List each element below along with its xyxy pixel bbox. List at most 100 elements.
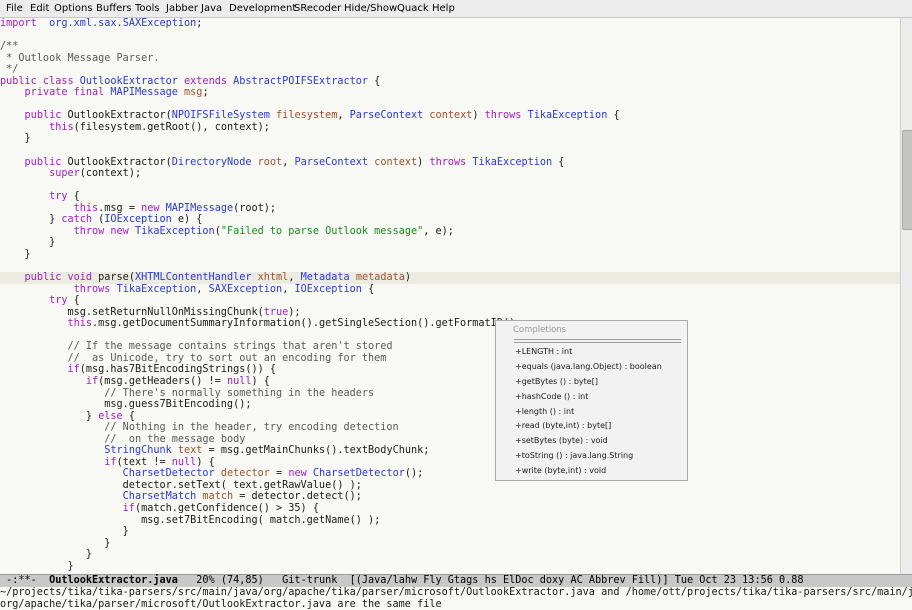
menu-development[interactable]: Development [229,3,296,14]
code-line[interactable]: msg.setReturnNullOnMissingChunk(true); [0,307,900,319]
code-line[interactable]: } [0,237,900,249]
code-line[interactable]: if(match.getConfidence() > 35) { [0,503,900,515]
code-token: XHTMLContentHandler [134,272,252,284]
code-line[interactable]: try { [0,191,900,203]
code-line[interactable]: throws TikaException, SAXException, IOEx… [0,284,900,296]
code-line[interactable] [0,330,900,342]
code-line[interactable]: /** [0,41,900,53]
code-line[interactable]: // There's normally something in the hea… [0,388,900,400]
code-line[interactable]: private final MAPIMessage msg; [0,87,900,99]
code-line[interactable]: } [0,561,900,573]
code-line[interactable]: import org.xml.sax.SAXException; [0,18,900,30]
menu-buffers[interactable]: Buffers [96,3,132,14]
menu-options[interactable]: Options [54,3,93,14]
menu-quack[interactable]: Quack [397,3,429,14]
menu-srecoder[interactable]: SRecoder [294,3,341,14]
code-line[interactable]: msg.set7BitEncoding( match.getName() ); [0,515,900,527]
code-line[interactable]: this.msg.getDocumentSummaryInformation()… [0,318,900,330]
scrollbar-thumb[interactable] [902,130,912,230]
code-line[interactable]: } else { [0,411,900,423]
code-line[interactable]: // If the message contains strings that … [0,341,900,353]
modeline-modes[interactable]: [(Java/lahw Fly Gtags hs ElDoc doxy AC A… [337,575,804,586]
code-token: null [171,456,197,468]
code-token: // If the message contains strings that … [67,341,393,353]
code-line[interactable]: // on the message body [0,434,900,446]
code-line[interactable]: if(msg.getHeaders() != null) { [0,376,900,388]
minibuffer[interactable]: ~/projects/tika/tika-parsers/src/main/ja… [0,587,912,610]
code-line[interactable]: this(filesystem.getRoot(), context); [0,122,900,134]
code-token: super [49,168,80,180]
code-line[interactable]: } [0,526,900,538]
code-line[interactable]: } [0,133,900,145]
code-token: } [0,410,99,422]
code-token: SAXException [208,283,283,295]
code-line[interactable] [0,30,900,42]
code-token: if [122,502,135,514]
completion-item[interactable]: +toString () : java.lang.String [515,449,683,464]
editor-window[interactable]: import org.xml.sax.SAXException; /** * Ou… [0,18,900,574]
code-token: * Outlook Message Parser. [0,52,160,64]
code-line[interactable] [0,99,900,111]
code-line[interactable] [0,145,900,157]
code-line[interactable]: try { [0,295,900,307]
code-line[interactable]: public class OutlookExtractor extends Ab… [0,76,900,88]
code-line[interactable]: msg.guess7BitEncoding(); [0,399,900,411]
code-line[interactable]: * Outlook Message Parser. [0,53,900,65]
modeline-vc[interactable]: Git-trunk [264,575,337,586]
code-line[interactable]: } [0,549,900,561]
code-line[interactable]: // as Unicode, try to sort out an encodi… [0,353,900,365]
code-line[interactable] [0,180,900,192]
code-line[interactable]: super(context); [0,168,900,180]
menu-tools[interactable]: Tools [135,3,160,14]
code-token: Metadata [300,272,350,284]
code-token: , [288,272,301,284]
code-line[interactable]: // Nothing in the header, try encoding d… [0,422,900,434]
code-line[interactable]: */ [0,64,900,76]
code-token: context [429,110,473,122]
code-line[interactable]: public OutlookExtractor(NPOIFSFileSystem… [0,110,900,122]
code-line[interactable]: StringChunk text = msg.getMainChunks().t… [0,445,900,457]
code-line[interactable]: if(text != null) { [0,457,900,469]
code-line[interactable]: public OutlookExtractor(DirectoryNode ro… [0,157,900,169]
minibuffer-message-line: ~/projects/tika/tika-parsers/src/main/ja… [0,587,912,598]
code-line[interactable]: this.msg = new MAPIMessage(root); [0,203,900,215]
menu-hide-show[interactable]: Hide/Show [344,3,397,14]
code-line[interactable]: throw new TikaException("Failed to parse… [0,226,900,238]
code-line[interactable]: } catch (IOException e) { [0,214,900,226]
vertical-scrollbar[interactable] [900,18,912,574]
code-line[interactable]: } [0,249,900,261]
code-line[interactable]: public void parse(XHTMLContentHandler xh… [0,272,900,284]
menu-help[interactable]: Help [432,3,455,14]
completion-item[interactable]: +getBytes () : byte[] [515,375,683,390]
menu-file[interactable]: File [6,3,23,14]
menu-edit[interactable]: Edit [30,3,49,14]
completion-item[interactable]: +setBytes (byte) : void [515,434,683,449]
code-token: , e); [423,225,454,237]
code-token: { [368,75,381,87]
completions-title: Completions [513,325,567,335]
menu-jabber[interactable]: Jabber [166,3,198,14]
code-line[interactable]: detector.setText( text.getRawValue() ); [0,480,900,492]
code-token: // There's normally something in the hea… [104,387,375,399]
completion-item[interactable]: +write (byte,int) : void [515,464,683,479]
completion-item[interactable]: +LENGTH : int [515,345,683,360]
code-line[interactable]: CharsetMatch match = detector.detect(); [0,491,900,503]
menu-java[interactable]: Java [201,3,222,14]
code-line[interactable]: if(msg.has7BitEncodingStrings()) { [0,364,900,376]
code-line[interactable]: } [0,538,900,550]
modeline-buffer-name[interactable]: OutlookExtractor.java [49,575,178,586]
completion-item[interactable]: +equals (java.lang.Object) : boolean [515,360,683,375]
code-token: this [73,202,99,214]
code-token: extends [184,75,227,87]
code-line[interactable] [0,260,900,272]
code-token: new [141,202,160,214]
completion-item[interactable]: +read (byte,int) : byte[] [515,419,683,434]
completion-item[interactable]: +hashCode () : int [515,390,683,405]
completion-item[interactable]: +length () : int [515,405,683,420]
code-token: StringChunk [104,445,172,457]
code-line[interactable]: CharsetDetector detector = new CharsetDe… [0,468,900,480]
code-buffer[interactable]: import org.xml.sax.SAXException; /** * Ou… [0,18,900,572]
